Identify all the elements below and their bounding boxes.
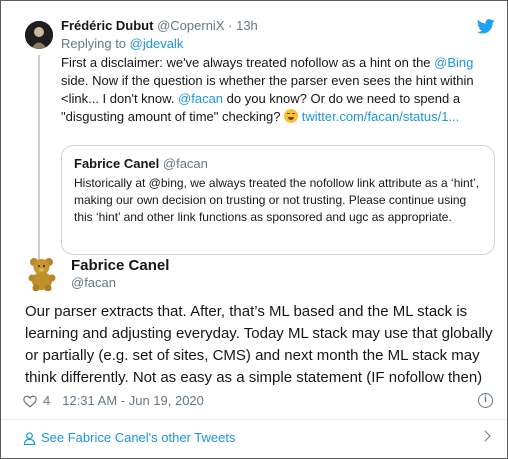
grinning-squinting-face-icon (284, 109, 299, 123)
reply-timestamp[interactable]: 13h (236, 18, 258, 33)
replying-to-handle[interactable]: @jdevalk (130, 36, 184, 51)
main-author-handle[interactable]: @facan (71, 275, 116, 291)
mention-bing[interactable]: @Bing (434, 55, 473, 70)
reply-tweet-text: First a disclaimer: we've always treated… (61, 54, 495, 126)
main-tweet-text: Our parser extracts that. After, that’s … (25, 303, 493, 386)
quoted-tweet[interactable]: Fabrice Canel @facan Historically at @bi… (61, 145, 495, 255)
tweet-meta-row: 4 12:31 AM - Jun 19, 2020 i (23, 391, 493, 411)
see-more-label[interactable]: See Fabrice Canel's other Tweets (41, 427, 235, 449)
separator-dot: · (228, 18, 233, 33)
reply-author-handle[interactable]: @CoperniX (157, 18, 224, 33)
footer-divider (1, 419, 507, 420)
person-icon (23, 431, 36, 445)
replying-to-line: Replying to @jdevalk (61, 35, 495, 53)
tweet-timestamp[interactable]: 12:31 AM - Jun 19, 2020 (62, 391, 204, 411)
mention-facan[interactable]: @facan (178, 91, 223, 106)
reply-author-avatar[interactable] (25, 21, 53, 49)
reply-author-name[interactable]: Frédéric Dubut (61, 18, 153, 33)
main-tweet-author[interactable]: Fabrice Canel @facan (25, 255, 495, 295)
replying-to-label: Replying to (61, 36, 130, 51)
main-author-name[interactable]: Fabrice Canel (71, 257, 169, 275)
twitter-bird-icon[interactable] (477, 19, 495, 34)
info-icon[interactable]: i (478, 393, 493, 408)
see-more-tweets-link[interactable]: See Fabrice Canel's other Tweets (23, 427, 493, 449)
quoted-tweet-link[interactable]: twitter.com/facan/status/1... (302, 109, 460, 124)
quoted-tweet-text: Historically at @bing, we always treated… (74, 176, 480, 224)
thread-connector-line (38, 55, 40, 267)
quoted-author-handle: @facan (162, 156, 208, 171)
heart-icon[interactable] (23, 395, 37, 408)
reply-text-part: First a disclaimer: we've always treated… (61, 55, 435, 70)
chevron-right-icon[interactable] (479, 430, 491, 442)
quoted-author-name: Fabrice Canel (74, 156, 160, 171)
teddy-bear-avatar[interactable] (25, 255, 61, 291)
tweet-embed-card: Frédéric Dubut @CoperniX · 13h Replying … (0, 0, 508, 459)
like-count[interactable]: 4 (43, 391, 50, 411)
